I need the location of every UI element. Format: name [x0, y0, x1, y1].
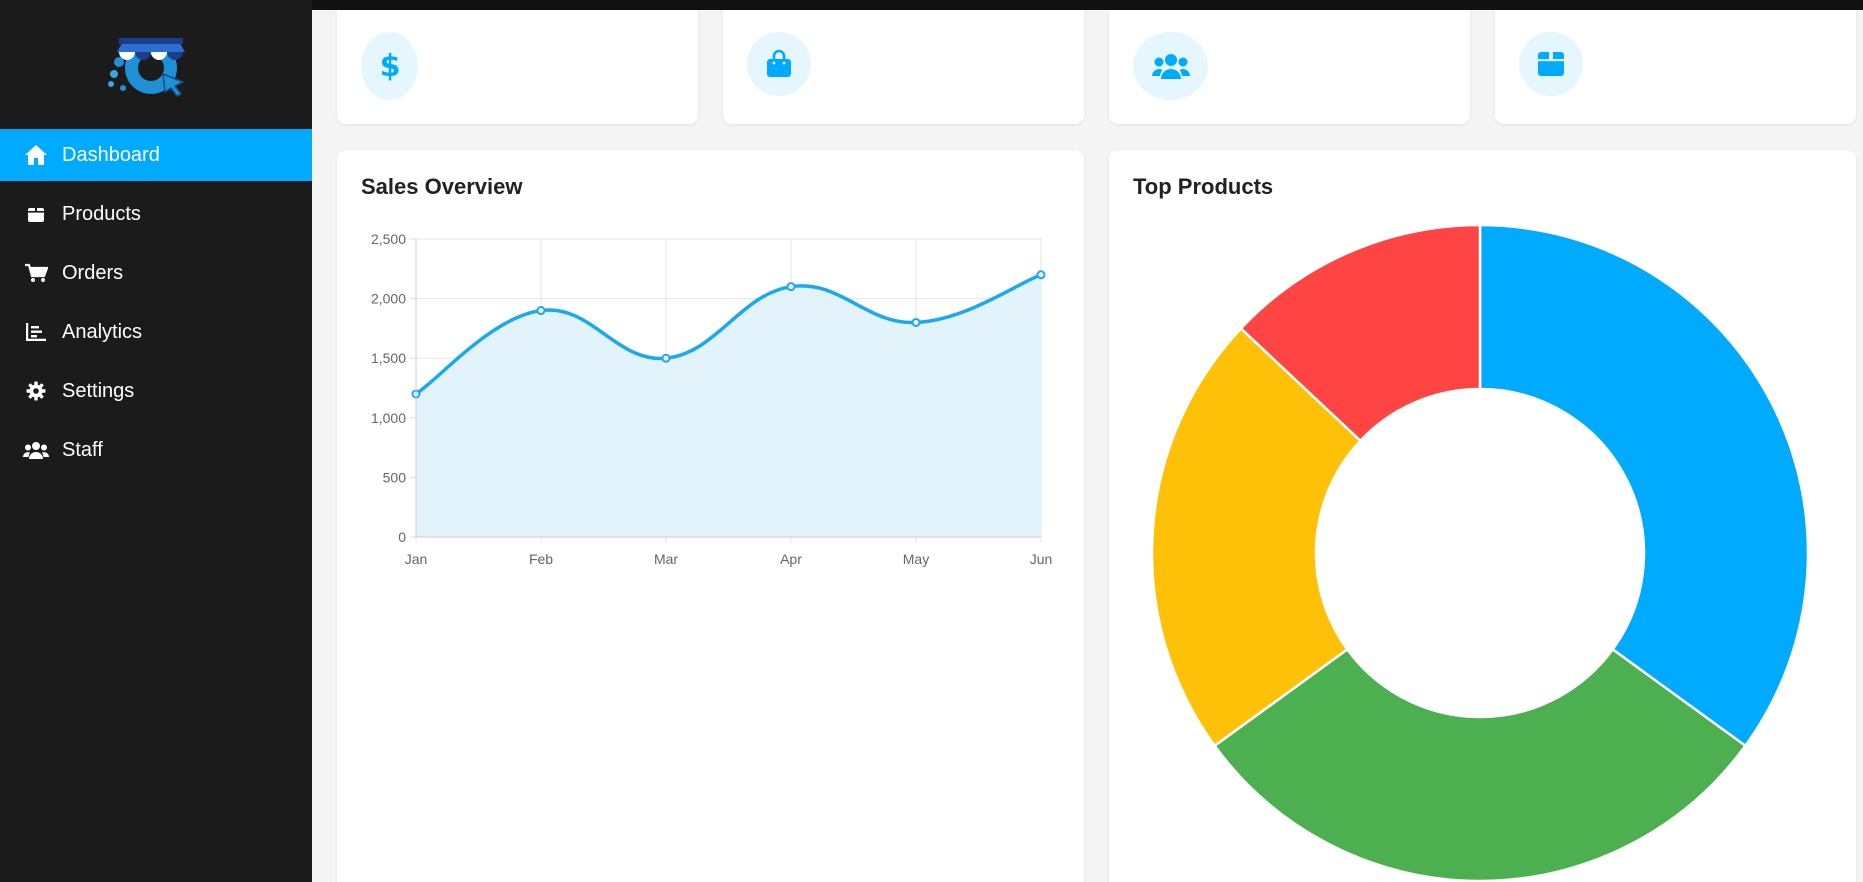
y-tick-label: 2,000 — [371, 291, 406, 307]
stat-card-orders — [723, 10, 1084, 124]
sales-overview-panel: Sales Overview 0 500 1,000 1,500 2,000 2,500 J… — [337, 150, 1084, 882]
sales-point — [1036, 270, 1046, 280]
sidebar-item-label: Dashboard — [62, 143, 160, 166]
stat-card-sales: $ — [337, 10, 698, 124]
top-products-panel: Top Products — [1109, 150, 1856, 882]
x-tick-label: Mar — [654, 551, 678, 567]
sidebar-item-label: Orders — [62, 261, 124, 284]
x-tick-label: May — [903, 551, 929, 567]
stat-card-products — [1495, 10, 1856, 124]
y-tick-label: 2,500 — [371, 231, 406, 247]
y-tick-label: 500 — [383, 469, 407, 485]
sidebar-item-settings[interactable]: Settings — [0, 365, 312, 417]
sales-line-chart[interactable]: 0 500 1,000 1,500 2,000 2,500 Jan Feb Mar Apr May J… — [337, 220, 1084, 620]
sidebar: Dashboard Products Orders Analytics Sett… — [0, 0, 312, 882]
top-bar — [312, 0, 1863, 10]
svg-text:$: $ — [379, 50, 400, 82]
sidebar-item-orders[interactable]: Orders — [0, 247, 312, 299]
y-tick-label: 1,000 — [371, 410, 406, 426]
sales-point — [911, 317, 921, 327]
sidebar-item-analytics[interactable]: Analytics — [0, 306, 312, 358]
users-icon — [1133, 32, 1208, 100]
shopping-bag-icon — [747, 32, 811, 96]
sales-point — [661, 353, 671, 363]
y-tick-label: 1,500 — [371, 350, 406, 366]
gear-icon — [22, 377, 50, 405]
sidebar-item-label: Staff — [62, 438, 103, 461]
users-icon — [22, 436, 50, 464]
box-icon — [1519, 32, 1583, 96]
dollar-icon: $ — [361, 32, 418, 100]
sales-point — [786, 282, 796, 292]
sidebar-item-dashboard[interactable]: Dashboard — [0, 129, 312, 181]
sidebar-item-label: Analytics — [62, 320, 143, 343]
sidebar-item-label: Settings — [62, 379, 135, 402]
stat-card-customers — [1109, 10, 1470, 124]
sales-point — [536, 306, 546, 316]
sidebar-item-label: Products — [62, 202, 141, 225]
bar-chart-icon — [22, 318, 50, 346]
x-tick-label: Jan — [405, 551, 428, 567]
sales-area — [416, 274, 1041, 537]
sidebar-item-staff[interactable]: Staff — [0, 424, 312, 476]
box-icon — [22, 200, 50, 228]
sidebar-item-products[interactable]: Products — [0, 188, 312, 240]
cart-icon — [22, 259, 50, 287]
donut-slice — [1478, 223, 1810, 748]
panel-title: Sales Overview — [361, 174, 523, 199]
home-icon — [22, 141, 50, 169]
top-products-donut-chart[interactable] — [1109, 150, 1856, 882]
x-tick-label: Apr — [780, 551, 802, 567]
store-logo[interactable] — [105, 16, 197, 100]
x-tick-label: Feb — [529, 551, 553, 567]
x-tick-label: Jun — [1030, 551, 1053, 567]
y-tick-label: 0 — [398, 529, 406, 545]
